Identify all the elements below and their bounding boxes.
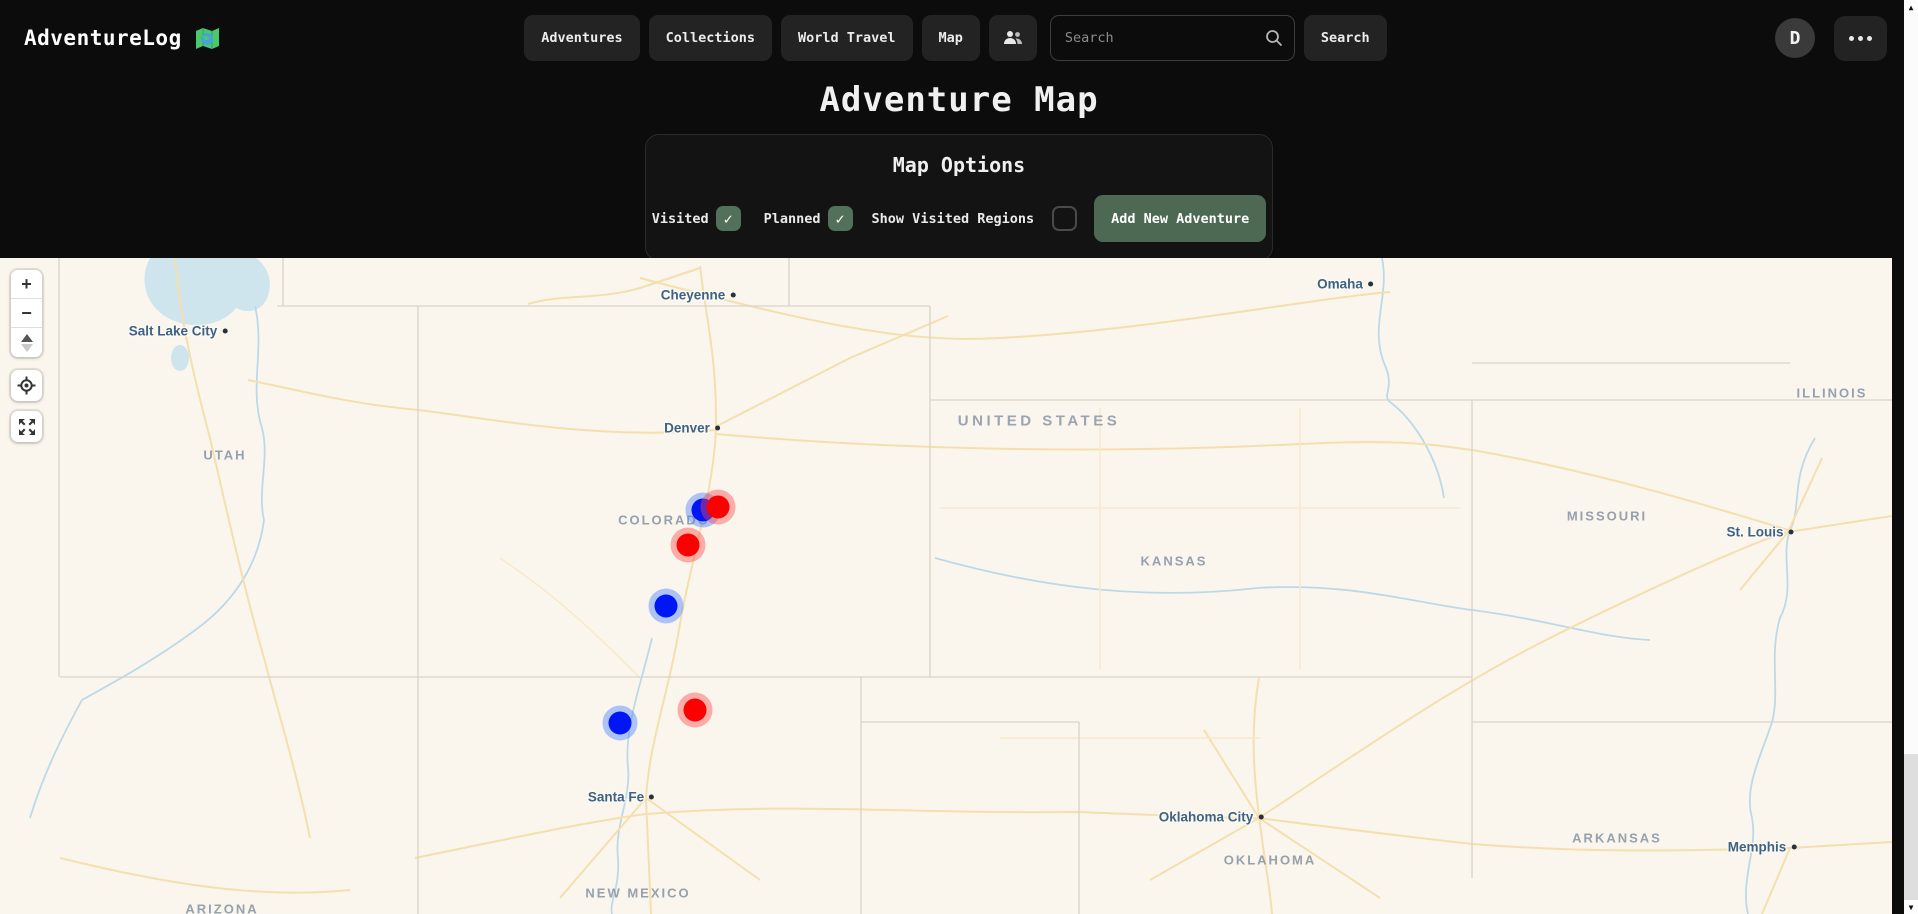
navbar: AdventureLog Adventures Collections Worl… [0,0,1904,76]
nav-right: D [1387,16,1887,61]
marker-core [684,699,707,722]
city-dot [1791,845,1796,850]
avatar[interactable]: D [1775,18,1815,58]
state-label-utah: UTAH [203,448,246,463]
city-label-st-louis: St. Louis [1727,525,1794,540]
map-marker-visited[interactable] [671,528,706,563]
city-label-omaha: Omaha [1317,277,1373,292]
search-field-wrap [1050,15,1295,61]
zoom-in-button[interactable]: + [11,270,42,299]
planned-label: Planned [764,211,821,227]
nav-map-button[interactable]: Map [922,15,980,61]
nav-links: Adventures Collections World Travel Map … [524,15,1386,61]
compass-button[interactable] [11,328,42,357]
marker-core [707,496,730,519]
city-dot [730,293,735,298]
scrollbar-thumb[interactable] [1904,14,1918,754]
state-label-illinois: ILLINOIS [1797,386,1868,401]
visited-checkbox[interactable]: ✓ [716,206,741,231]
users-icon [1003,30,1023,46]
page-title: Adventure Map [0,80,1918,120]
map-marker-planned[interactable] [649,589,684,624]
country-label: UNITED STATES [958,413,1120,430]
city-label-salt-lake-city: Salt Lake City [129,324,228,339]
show-visited-regions-checkbox[interactable] [1052,206,1077,231]
nav-collections-button[interactable]: Collections [649,15,772,61]
scrollbar-up-arrow[interactable]: ▲ [1904,0,1918,14]
map-options-title: Map Options [660,153,1258,177]
city-label-cheyenne: Cheyenne [661,288,736,303]
nav-adventures-button[interactable]: Adventures [524,15,639,61]
geolocate-icon [17,376,36,395]
fullscreen-icon [18,418,36,436]
geolocate-button[interactable] [11,370,42,401]
state-label-new-mexico: NEW MEXICO [585,886,690,901]
brand[interactable]: AdventureLog [24,25,524,52]
map-options-row: Visited ✓ Planned ✓ Show Visited Regions… [660,195,1258,242]
show-visited-regions-label: Show Visited Regions [872,211,1035,227]
map-logo-icon [194,25,221,52]
fullscreen-button[interactable] [11,411,42,442]
map-marker-visited[interactable] [701,490,736,525]
map-base-layer [0,258,1892,914]
compass-icon [21,334,33,342]
nav-users-button[interactable] [989,15,1037,61]
search-button[interactable]: Search [1304,15,1387,61]
city-dot [1258,815,1263,820]
state-label-missouri: MISSOURI [1567,509,1647,524]
zoom-out-button[interactable]: − [11,299,42,328]
nav-world-travel-button[interactable]: World Travel [781,15,913,61]
city-label-memphis: Memphis [1728,840,1797,855]
state-label-kansas: KANSAS [1141,554,1208,569]
state-label-oklahoma: OKLAHOMA [1224,853,1317,868]
city-dot [1368,282,1373,287]
city-label-denver: Denver [664,421,720,436]
more-icon [1849,36,1854,41]
map-marker-visited[interactable] [678,693,713,728]
city-label-santa-fe: Santa Fe [588,790,654,805]
marker-core [655,595,678,618]
city-label-oklahoma-city: Oklahoma City [1159,810,1264,825]
state-label-arizona: ARIZONA [185,902,258,914]
visited-label: Visited [652,211,709,227]
brand-title: AdventureLog [24,26,182,50]
search-input[interactable] [1050,15,1295,61]
more-menu-button[interactable] [1834,16,1887,61]
city-dot [1789,530,1794,535]
map-zoom-controls: + − [11,270,42,357]
marker-core [677,534,700,557]
planned-checkbox[interactable]: ✓ [828,206,853,231]
search-icon [1265,29,1283,47]
city-dot [649,795,654,800]
map-marker-planned[interactable] [603,706,638,741]
add-new-adventure-button[interactable]: Add New Adventure [1094,195,1266,242]
scrollbar-down-arrow[interactable]: ▼ [1904,900,1918,914]
map-options-card: Map Options Visited ✓ Planned ✓ Show Vis… [645,134,1273,261]
state-label-arkansas: ARKANSAS [1572,831,1662,846]
page-scrollbar: ▲ ▼ [1904,0,1918,914]
city-dot [222,329,227,334]
marker-core [609,712,632,735]
city-dot [715,426,720,431]
map-canvas[interactable]: UTAHCOLORADOKANSASMISSOURIILLINOISOKLAHO… [0,258,1892,914]
